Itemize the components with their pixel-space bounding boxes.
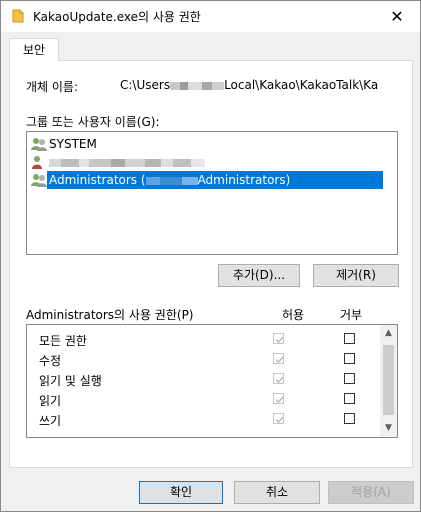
allow-checkbox <box>273 353 284 364</box>
allow-checkbox <box>273 373 284 384</box>
deny-checkbox[interactable] <box>344 333 355 344</box>
redacted-name <box>49 153 205 171</box>
permission-row: 모든 권한 <box>27 329 381 349</box>
group-user-list[interactable]: SYSTEM Administrators (Administrators) <box>26 131 398 255</box>
deny-checkbox[interactable] <box>344 373 355 384</box>
redacted-text <box>212 81 225 90</box>
allow-checkbox <box>273 393 284 404</box>
list-item[interactable] <box>29 153 395 171</box>
list-item-label: SYSTEM <box>49 137 97 151</box>
cancel-button[interactable]: 취소 <box>234 481 320 504</box>
users-group-icon <box>31 173 47 187</box>
permission-name: 읽기 <box>39 394 62 408</box>
permission-name: 모든 권한 <box>39 334 87 348</box>
allow-checkbox <box>273 333 284 344</box>
user-icon <box>31 155 47 169</box>
security-panel: 개체 이름: C:\Users Local\Kakao\KakaoTalk\Ka … <box>9 60 413 468</box>
redacted-text <box>180 81 189 90</box>
redacted-text <box>202 81 213 90</box>
close-button[interactable]: ✕ <box>374 1 420 32</box>
ok-button[interactable]: 확인 <box>139 481 223 504</box>
window-title: KakaoUpdate.exe의 사용 권한 <box>33 10 201 24</box>
permissions-scrollbar[interactable]: ▲ ▼ <box>380 325 397 437</box>
scroll-down-arrow-icon[interactable]: ▼ <box>380 420 397 437</box>
remove-button[interactable]: 제거(R) <box>313 264 399 287</box>
scroll-up-arrow-icon[interactable]: ▲ <box>380 325 397 342</box>
deny-column-header: 거부 <box>340 308 363 322</box>
permission-row: 읽기 및 실행 <box>27 369 381 389</box>
group-list-label: 그룹 또는 사용자 이름(G): <box>26 115 160 129</box>
permission-row: 쓰기 <box>27 409 381 429</box>
users-group-icon <box>31 137 47 151</box>
redacted-text <box>188 81 203 90</box>
deny-checkbox[interactable] <box>344 353 355 364</box>
deny-checkbox[interactable] <box>344 413 355 424</box>
permission-name: 읽기 및 실행 <box>39 374 102 388</box>
close-icon: ✕ <box>390 7 404 26</box>
scroll-thumb[interactable] <box>383 345 394 415</box>
permissions-label: Administrators의 사용 권한(P) <box>26 308 194 322</box>
permissions-list: 모든 권한 수정 읽기 및 실행 읽기 쓰기 ▲ ▼ <box>26 324 398 438</box>
title-bar: KakaoUpdate.exe의 사용 권한 ✕ <box>1 1 420 32</box>
list-item-label: Administrators (Administrators) <box>47 171 383 189</box>
file-icon <box>11 9 25 23</box>
deny-checkbox[interactable] <box>344 393 355 404</box>
add-button[interactable]: 추가(D)... <box>218 264 300 287</box>
list-item-selected[interactable]: Administrators (Administrators) <box>29 171 395 189</box>
redacted-text <box>170 81 181 90</box>
permission-row: 수정 <box>27 349 381 369</box>
permission-row: 읽기 <box>27 389 381 409</box>
permission-name: 쓰기 <box>39 414 62 428</box>
object-name-label: 개체 이름: <box>26 80 79 94</box>
object-name-value: C:\Users Local\Kakao\KakaoTalk\Ka <box>120 78 379 92</box>
permission-name: 수정 <box>39 354 62 368</box>
tab-security[interactable]: 보안 <box>9 38 59 61</box>
permissions-dialog: KakaoUpdate.exe의 사용 권한 ✕ 보안 개체 이름: C:\Us… <box>0 0 421 512</box>
apply-button: 적용(A) <box>328 481 414 504</box>
allow-checkbox <box>273 413 284 424</box>
list-item[interactable]: SYSTEM <box>29 135 395 153</box>
allow-column-header: 허용 <box>282 308 305 322</box>
